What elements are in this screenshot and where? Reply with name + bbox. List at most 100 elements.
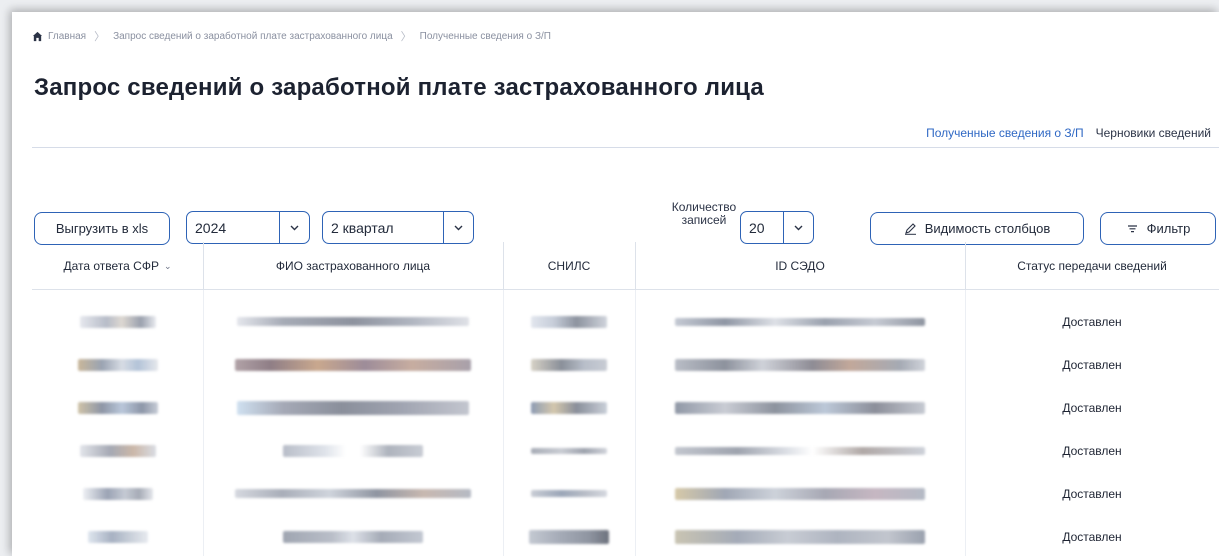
records-count-label: Количество записей xyxy=(668,201,740,227)
records-count-value: 20 xyxy=(749,219,765,236)
export-xls-button[interactable]: Выгрузить в xls xyxy=(34,212,170,245)
cell-sedo xyxy=(635,429,965,472)
cell-status: Доставлен xyxy=(965,429,1219,472)
breadcrumb-separator: 〉 xyxy=(94,31,106,43)
chevron-down-icon[interactable] xyxy=(279,212,309,243)
redacted-value xyxy=(235,358,471,371)
cell-fio xyxy=(203,472,503,515)
redacted-value xyxy=(675,358,925,371)
cell-sedo xyxy=(635,300,965,343)
status-text: Доставлен xyxy=(1062,400,1122,415)
app-window: Главная 〉 Запрос сведений о заработной п… xyxy=(12,12,1219,556)
status-text: Доставлен xyxy=(1062,529,1122,544)
redacted-value xyxy=(82,487,153,500)
redacted-value xyxy=(79,444,156,457)
quarter-select[interactable]: 2 квартал xyxy=(322,211,474,244)
cell-status: Доставлен xyxy=(965,515,1219,556)
column-header-snils[interactable]: СНИЛС xyxy=(503,242,635,290)
redacted-value xyxy=(675,446,925,455)
table-row[interactable]: Доставлен xyxy=(32,343,1219,386)
column-header-date[interactable]: Дата ответа СФР ⌄ xyxy=(32,242,203,290)
cell-status: Доставлен xyxy=(965,343,1219,386)
redacted-value xyxy=(77,358,158,371)
redacted-value xyxy=(531,315,607,328)
chevron-down-icon[interactable] xyxy=(443,212,473,243)
columns-visibility-label: Видимость столбцов xyxy=(924,221,1051,236)
cell-date xyxy=(32,343,203,386)
filter-button[interactable]: Фильтр xyxy=(1100,212,1216,245)
cell-snils xyxy=(503,386,635,429)
header-divider xyxy=(32,147,1219,148)
breadcrumb-home[interactable]: Главная xyxy=(48,31,86,42)
cell-snils xyxy=(503,343,635,386)
redacted-value xyxy=(531,358,607,371)
column-divider xyxy=(635,242,636,290)
cell-fio xyxy=(203,515,503,556)
redacted-value xyxy=(237,400,469,415)
column-header-status[interactable]: Статус передачи сведений xyxy=(965,242,1219,290)
column-header-fio[interactable]: ФИО застрахованного лица xyxy=(203,242,503,290)
filter-label: Фильтр xyxy=(1146,221,1191,236)
columns-visibility-button[interactable]: Видимость столбцов xyxy=(870,212,1084,245)
table-row[interactable]: Доставлен xyxy=(32,300,1219,343)
breadcrumb-separator: 〉 xyxy=(400,31,412,43)
cell-sedo xyxy=(635,472,965,515)
home-icon[interactable] xyxy=(32,31,43,42)
chevron-down-icon[interactable] xyxy=(783,212,813,243)
redacted-value xyxy=(283,530,423,543)
column-divider xyxy=(203,242,204,290)
table-row[interactable]: Доставлен xyxy=(32,515,1219,556)
data-table: Дата ответа СФР ⌄ ФИО застрахованного ли… xyxy=(32,242,1219,556)
cell-date xyxy=(32,472,203,515)
redacted-value xyxy=(87,530,148,543)
cell-fio xyxy=(203,386,503,429)
status-text: Доставлен xyxy=(1062,357,1122,372)
column-divider xyxy=(965,242,966,290)
records-count-select[interactable]: 20 xyxy=(740,211,814,244)
export-xls-label: Выгрузить в xls xyxy=(55,221,149,236)
cell-fio xyxy=(203,300,503,343)
status-text: Доставлен xyxy=(1062,443,1122,458)
redacted-value xyxy=(675,317,925,326)
pencil-icon xyxy=(904,223,916,235)
redacted-value xyxy=(77,401,158,414)
table-row[interactable]: Доставлен xyxy=(32,472,1219,515)
cell-date xyxy=(32,429,203,472)
cell-fio xyxy=(203,343,503,386)
sort-chevron-icon[interactable]: ⌄ xyxy=(164,261,172,272)
redacted-value xyxy=(237,317,469,326)
tab-drafts[interactable]: Черновики сведений xyxy=(1096,126,1211,140)
filter-icon xyxy=(1127,225,1137,233)
cell-fio xyxy=(203,429,503,472)
column-divider xyxy=(503,242,504,290)
cell-status: Доставлен xyxy=(965,386,1219,429)
column-header-sedo[interactable]: ID СЭДО xyxy=(635,242,965,290)
cell-status: Доставлен xyxy=(965,300,1219,343)
status-text: Доставлен xyxy=(1062,486,1122,501)
cell-date xyxy=(32,515,203,556)
redacted-value xyxy=(235,489,471,498)
records-count-label-line2: записей xyxy=(681,213,727,227)
table-row[interactable]: Доставлен xyxy=(32,386,1219,429)
column-header-date-label: Дата ответа СФР xyxy=(63,259,159,273)
redacted-value xyxy=(531,447,607,454)
cell-sedo xyxy=(635,515,965,556)
table-row[interactable]: Доставлен xyxy=(32,429,1219,472)
redacted-value xyxy=(531,490,607,497)
redacted-value xyxy=(675,487,925,500)
tabs: Полученные сведения о З/П Черновики свед… xyxy=(914,126,1211,140)
tab-received[interactable]: Полученные сведения о З/П xyxy=(926,126,1084,140)
year-select[interactable]: 2024 xyxy=(186,211,310,244)
breadcrumb-level1[interactable]: Запрос сведений о заработной плате застр… xyxy=(113,31,393,42)
year-select-value: 2024 xyxy=(195,219,227,236)
redacted-value xyxy=(675,529,925,544)
cell-snils xyxy=(503,472,635,515)
cell-snils xyxy=(503,429,635,472)
page-title: Запрос сведений о заработной плате застр… xyxy=(34,74,764,101)
table-header: Дата ответа СФР ⌄ ФИО застрахованного ли… xyxy=(32,242,1219,290)
cell-date xyxy=(32,300,203,343)
cell-snils xyxy=(503,515,635,556)
cell-status: Доставлен xyxy=(965,472,1219,515)
quarter-select-value: 2 квартал xyxy=(331,219,394,236)
redacted-value xyxy=(531,401,607,414)
